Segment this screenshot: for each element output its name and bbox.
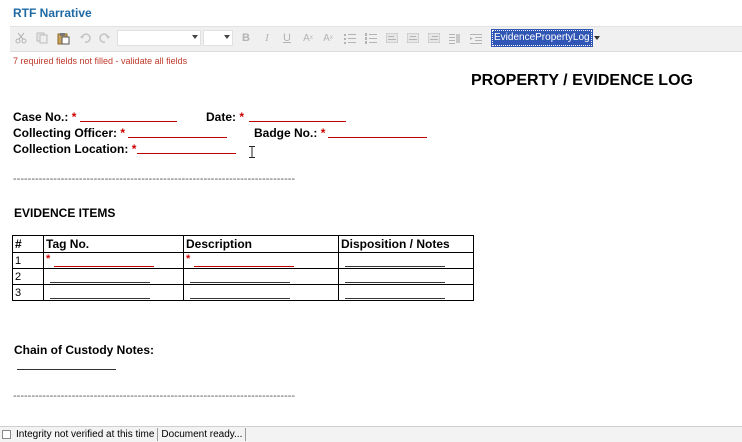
underline-icon[interactable]: U <box>280 31 294 45</box>
font-family-select[interactable] <box>117 30 201 46</box>
justify-icon[interactable] <box>448 31 462 45</box>
app-title: RTF Narrative <box>13 6 92 20</box>
font-size-select[interactable] <box>203 30 233 46</box>
badge-no-field[interactable] <box>328 137 427 138</box>
editor-toolbar: B I U Ax Ax EvidencePropertyLog <box>10 26 742 52</box>
align-left-icon[interactable] <box>385 31 399 45</box>
disposition-cell[interactable] <box>338 268 474 285</box>
collection-location-label: Collection Location: * <box>13 142 137 156</box>
case-no-field[interactable] <box>80 121 177 122</box>
date-label: Date: * <box>206 110 245 124</box>
column-header-description: Description <box>183 235 339 253</box>
disposition-cell[interactable] <box>338 252 474 269</box>
tag-no-cell[interactable]: * <box>43 252 184 269</box>
table-row: 1 * * <box>12 252 474 269</box>
style-selected-value: EvidencePropertyLog <box>491 29 593 47</box>
align-center-icon[interactable] <box>406 31 420 45</box>
evidence-items-heading: EVIDENCE ITEMS <box>14 206 116 220</box>
row-number: 3 <box>12 284 44 301</box>
document-status: Document ready... <box>158 428 247 441</box>
separator-line: ----------------------------------------… <box>13 173 296 185</box>
paragraph-style-select[interactable]: EvidencePropertyLog <box>491 29 601 47</box>
description-cell[interactable] <box>183 284 339 301</box>
separator-line: ----------------------------------------… <box>13 390 296 402</box>
table-header-row: # Tag No. Description Disposition / Note… <box>12 235 474 253</box>
collection-location-field[interactable] <box>137 153 236 154</box>
superscript-icon[interactable]: Ax <box>301 31 315 45</box>
collecting-officer-label: Collecting Officer: * <box>13 126 126 140</box>
copy-icon[interactable] <box>35 31 49 45</box>
column-header-disposition: Disposition / Notes <box>338 235 474 253</box>
cut-icon[interactable] <box>14 31 28 45</box>
paste-icon[interactable] <box>56 31 70 45</box>
bullet-list-icon[interactable] <box>343 31 357 45</box>
row-number: 2 <box>12 268 44 285</box>
integrity-status: Integrity not verified at this time <box>13 428 159 441</box>
align-right-icon[interactable] <box>427 31 441 45</box>
tag-no-cell[interactable] <box>43 268 184 285</box>
date-field[interactable] <box>249 121 346 122</box>
chain-of-custody-heading: Chain of Custody Notes: <box>14 343 154 357</box>
badge-no-label: Badge No.: * <box>254 126 326 140</box>
row-number: 1 <box>12 252 44 269</box>
tag-no-cell[interactable] <box>43 284 184 301</box>
document-title: PROPERTY / EVIDENCE LOG <box>471 72 693 89</box>
italic-icon[interactable]: I <box>260 31 274 45</box>
integrity-warning-icon <box>2 430 11 439</box>
table-row: 2 <box>12 268 474 285</box>
disposition-cell[interactable] <box>338 284 474 301</box>
text-cursor-icon <box>249 146 255 158</box>
table-row: 3 <box>12 284 474 301</box>
subscript-icon[interactable]: Ax <box>321 31 335 45</box>
chevron-down-icon[interactable] <box>592 31 601 45</box>
collecting-officer-field[interactable] <box>128 137 227 138</box>
document-editor-area[interactable]: PROPERTY / EVIDENCE LOG Case No.: * Date… <box>0 66 742 424</box>
chain-of-custody-field[interactable] <box>17 369 116 370</box>
status-bar: Integrity not verified at this time Docu… <box>0 426 742 442</box>
numbered-list-icon[interactable] <box>364 31 378 45</box>
description-cell[interactable] <box>183 268 339 285</box>
column-header-number: # <box>12 235 44 253</box>
description-cell[interactable]: * <box>183 252 339 269</box>
case-no-label: Case No.: * <box>13 110 77 124</box>
bold-icon[interactable]: B <box>239 31 253 45</box>
column-header-tag-no: Tag No. <box>43 235 184 253</box>
undo-icon[interactable] <box>78 31 92 45</box>
evidence-items-table: # Tag No. Description Disposition / Note… <box>12 235 474 301</box>
redo-icon[interactable] <box>98 31 112 45</box>
indent-icon[interactable] <box>469 31 483 45</box>
validation-message: 7 required fields not filled - validate … <box>13 56 188 66</box>
